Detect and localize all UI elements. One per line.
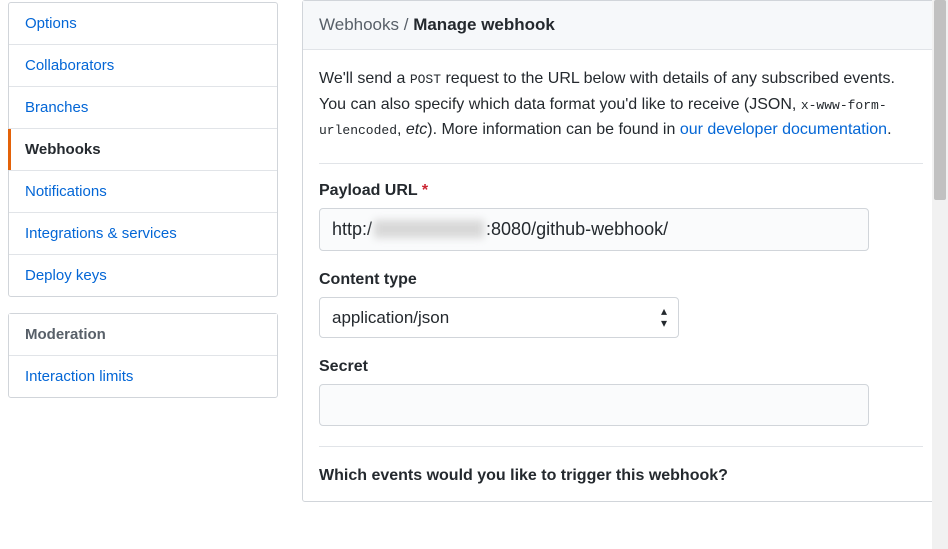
sidebar-item-notifications[interactable]: Notifications <box>9 171 277 213</box>
sidebar-item-interaction-limits[interactable]: Interaction limits <box>9 356 277 397</box>
breadcrumb-separator: / <box>399 15 413 34</box>
secret-input[interactable] <box>319 384 869 426</box>
vertical-scrollbar[interactable] <box>932 0 948 549</box>
sidebar-item-branches[interactable]: Branches <box>9 87 277 129</box>
settings-sidebar: Options Collaborators Branches Webhooks … <box>8 0 278 502</box>
breadcrumb: Webhooks / Manage webhook <box>303 1 939 50</box>
intro-seg-4: ). More information can be found in <box>427 121 680 138</box>
sidebar-item-webhooks[interactable]: Webhooks <box>9 129 277 171</box>
settings-main-menu: Options Collaborators Branches Webhooks … <box>8 2 278 297</box>
intro-seg-1: We'll send a <box>319 70 410 87</box>
moderation-header: Moderation <box>9 314 277 356</box>
sidebar-item-collaborators[interactable]: Collaborators <box>9 45 277 87</box>
main-content: Webhooks / Manage webhook We'll send a P… <box>302 0 940 502</box>
webhook-panel: Webhooks / Manage webhook We'll send a P… <box>302 0 940 502</box>
intro-period: . <box>887 121 891 138</box>
sidebar-item-integrations-services[interactable]: Integrations & services <box>9 213 277 255</box>
payload-url-input[interactable]: http:/ :8080/github-webhook/ <box>319 208 869 251</box>
breadcrumb-parent: Webhooks <box>319 15 399 34</box>
settings-moderation-menu: Moderation Interaction limits <box>8 313 278 398</box>
intro-seg-3: , <box>397 121 406 138</box>
payload-url-redacted <box>374 220 484 238</box>
content-type-select[interactable]: application/json <box>319 297 679 338</box>
secret-field: Secret <box>319 358 923 426</box>
payload-url-field: Payload URL * http:/ :8080/github-webhoo… <box>319 182 923 251</box>
breadcrumb-current: Manage webhook <box>413 15 555 34</box>
payload-url-label: Payload URL * <box>319 182 923 200</box>
events-question: Which events would you like to trigger t… <box>319 446 923 485</box>
intro-etc: etc <box>406 121 427 138</box>
intro-text: We'll send a POST request to the URL bel… <box>319 66 923 143</box>
scrollbar-thumb[interactable] <box>934 0 946 200</box>
payload-url-prefix: http:/ <box>332 219 372 240</box>
payload-url-suffix: :8080/github-webhook/ <box>486 219 668 240</box>
documentation-link[interactable]: our developer documentation <box>680 121 887 138</box>
content-type-label: Content type <box>319 271 923 289</box>
payload-url-label-text: Payload URL <box>319 182 417 199</box>
sidebar-item-options[interactable]: Options <box>9 3 277 45</box>
secret-label: Secret <box>319 358 923 376</box>
required-marker: * <box>422 182 428 199</box>
content-type-field: Content type application/json ▴▾ <box>319 271 923 338</box>
sidebar-item-deploy-keys[interactable]: Deploy keys <box>9 255 277 296</box>
intro-post-code: POST <box>410 72 441 87</box>
